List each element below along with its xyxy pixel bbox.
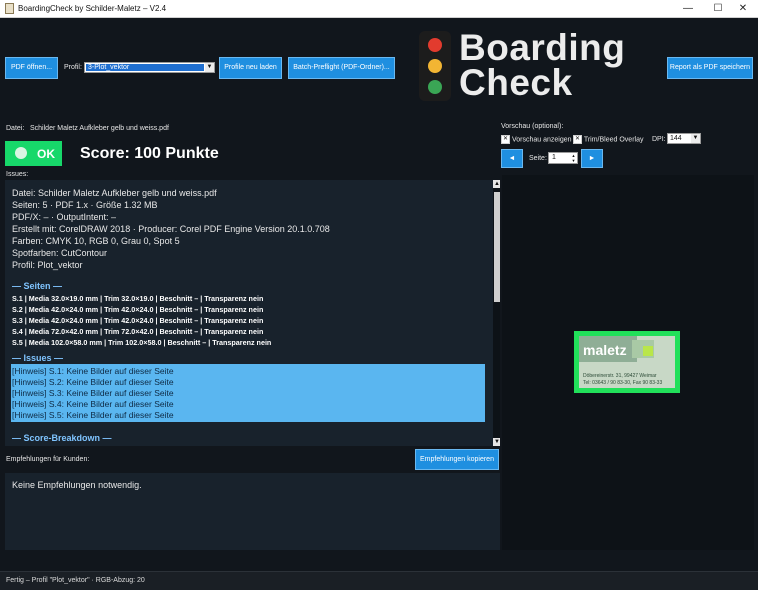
file-label: Datei:: [6, 125, 25, 132]
report-panel[interactable]: Datei: Schilder Maletz Aufkleber gelb un…: [5, 180, 500, 446]
issue-row: [Hinweis] S.1: Keine Bilder auf dieser S…: [12, 366, 174, 376]
close-button[interactable]: ✕: [728, 0, 758, 17]
issues-heading: — Issues —: [12, 353, 64, 363]
report-info-line: Seiten: 5 · PDF 1.x · Größe 1.32 MB: [12, 200, 158, 210]
issue-row: [Hinweis] S.3: Keine Bilder auf dieser S…: [12, 388, 174, 398]
report-info-line: Profil: Plot_vektor: [12, 260, 83, 270]
red-lamp: [428, 38, 442, 52]
report-info-line: Farben: CMYK 10, RGB 0, Grau 0, Spot 5: [12, 236, 180, 246]
issue-row: [Hinweis] S.2: Keine Bilder auf dieser S…: [12, 377, 174, 387]
window-title: BoardingCheck by Schilder-Maletz – V2.4: [18, 4, 167, 13]
status-bar-text: Fertig – Profil "Plot_vektor" · RGB-Abzu…: [6, 577, 145, 584]
page-spinbox[interactable]: 1 ▲ ▼: [548, 152, 578, 164]
scroll-thumb[interactable]: [494, 192, 500, 302]
show-preview-label: Vorschau anzeigen: [511, 136, 572, 144]
preview-optional-label: Vorschau (optional):: [501, 123, 564, 130]
preview-address: Döbereinerstr. 31, 99427 Weimar: [583, 373, 657, 379]
open-pdf-button[interactable]: PDF öffnen...: [5, 57, 58, 79]
report-scrollbar[interactable]: ▲ ▼: [493, 180, 500, 446]
issue-row: [Hinweis] S.5: Keine Bilder auf dieser S…: [12, 410, 174, 420]
status-badge: OK: [5, 141, 62, 166]
arrow-left-icon: ◄: [508, 155, 516, 162]
trim-overlay-checkbox[interactable]: ✕ Trim/Bleed Overlay: [573, 135, 643, 144]
reload-profiles-button[interactable]: Profile neu laden: [219, 57, 282, 79]
scroll-down-icon[interactable]: ▼: [493, 438, 500, 446]
copy-recommendations-button[interactable]: Empfehlungen kopieren: [415, 449, 499, 470]
traffic-light-icon: [419, 31, 451, 101]
preview-logo-text: maletz: [583, 342, 627, 358]
trim-overlay-label: Trim/Bleed Overlay: [583, 136, 644, 144]
prev-page-button[interactable]: ◄: [501, 149, 523, 168]
dpi-select[interactable]: 144 ▼: [667, 133, 701, 144]
scroll-up-icon[interactable]: ▲: [493, 180, 500, 188]
logo-line2: Check: [459, 62, 573, 103]
checkbox-checked-icon[interactable]: ✕: [501, 135, 510, 144]
profile-label: Profil:: [64, 64, 82, 71]
spin-down-icon[interactable]: ▼: [570, 158, 577, 163]
preview-page: maletz Döbereinerstr. 31, 99427 Weimar T…: [579, 336, 675, 388]
preview-thumbnail: maletz Döbereinerstr. 31, 99427 Weimar T…: [574, 331, 680, 393]
arrow-right-icon: ►: [588, 155, 596, 162]
score-text: Score: 100 Punkte: [80, 145, 219, 162]
report-info-line: PDF/X: – · OutputIntent: –: [12, 212, 117, 222]
issues-selection[interactable]: [Hinweis] S.1: Keine Bilder auf dieser S…: [11, 364, 485, 422]
page-row: S.1 | Media 32.0×19.0 mm | Trim 32.0×19.…: [12, 294, 264, 303]
green-lamp: [428, 80, 442, 94]
status-badge-text: OK: [37, 147, 55, 161]
logo-text: Boarding Check: [459, 27, 626, 103]
preview-graphic: [643, 346, 653, 356]
profile-select[interactable]: 3-Plot_vektor ▼: [84, 62, 215, 73]
show-preview-checkbox[interactable]: ✕ Vorschau anzeigen: [501, 135, 572, 144]
dpi-value: 144: [670, 135, 682, 142]
page-row: S.4 | Media 72.0×42.0 mm | Trim 72.0×42.…: [12, 327, 264, 336]
export-report-button[interactable]: Report als PDF speichern: [667, 57, 753, 79]
report-info-line: Datei: Schilder Maletz Aufkleber gelb un…: [12, 188, 217, 198]
report-info-line: Spotfarben: CutContour: [12, 248, 108, 258]
chevron-down-icon[interactable]: ▼: [691, 134, 700, 143]
title-bar: BoardingCheck by Schilder-Maletz – V2.4 …: [0, 0, 758, 18]
page-label: Seite:: [529, 155, 547, 162]
minimize-button[interactable]: —: [673, 0, 703, 17]
page-row: S.3 | Media 42.0×24.0 mm | Trim 42.0×24.…: [12, 316, 264, 325]
preview-tel: Tel: 03643 / 90 83-30, Fax 90 83-33: [583, 380, 663, 386]
issue-row: [Hinweis] S.4: Keine Bilder auf dieser S…: [12, 399, 174, 409]
pages-heading: — Seiten —: [12, 281, 63, 291]
recommendations-text: Keine Empfehlungen notwendig.: [12, 480, 142, 490]
chevron-down-icon[interactable]: ▼: [205, 63, 214, 72]
page-row: S.5 | Media 102.0×58.0 mm | Trim 102.0×5…: [12, 338, 272, 347]
profile-select-value: 3-Plot_vektor: [88, 64, 130, 71]
issues-label: Issues:: [6, 171, 29, 178]
dpi-label: DPI:: [652, 136, 666, 143]
status-dot-icon: [15, 147, 27, 159]
status-bar: Fertig – Profil "Plot_vektor" · RGB-Abzu…: [0, 571, 758, 590]
page-row: S.2 | Media 42.0×24.0 mm | Trim 42.0×24.…: [12, 305, 264, 314]
recommendations-box[interactable]: Keine Empfehlungen notwendig.: [5, 473, 500, 550]
logo-line1: Boarding: [459, 27, 626, 68]
file-name: Schilder Maletz Aufkleber gelb und weiss…: [30, 125, 169, 132]
checkbox-checked-icon[interactable]: ✕: [573, 135, 582, 144]
app-icon: [5, 3, 14, 14]
yellow-lamp: [428, 59, 442, 73]
page-value: 1: [552, 154, 556, 161]
report-info-line: Erstellt mit: CorelDRAW 2018 · Producer:…: [12, 224, 330, 234]
preview-area: maletz Döbereinerstr. 31, 99427 Weimar T…: [502, 175, 754, 550]
batch-preflight-button[interactable]: Batch-Preflight (PDF-Ordner)...: [288, 57, 395, 79]
recommendations-label: Empfehlungen für Kunden:: [6, 456, 90, 463]
score-breakdown-heading: — Score-Breakdown —: [12, 433, 112, 443]
next-page-button[interactable]: ►: [581, 149, 603, 168]
